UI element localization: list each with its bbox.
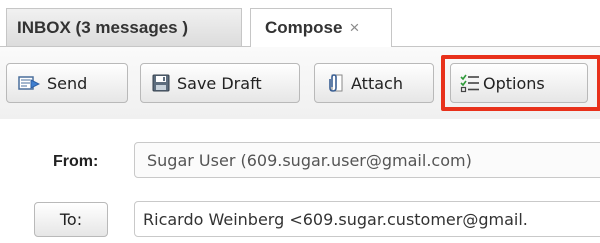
close-icon[interactable]: × xyxy=(349,18,359,38)
tab-compose-label: Compose xyxy=(265,18,343,37)
send-label: Send xyxy=(47,73,88,93)
attach-button[interactable]: Attach xyxy=(314,63,434,103)
compose-toolbar: Send Save Draft Attach Options xyxy=(0,47,600,119)
tab-compose[interactable]: Compose × xyxy=(250,8,392,47)
to-field[interactable]: Ricardo Weinberg <609.sugar.customer@gma… xyxy=(134,201,600,237)
from-field[interactable]: Sugar User (609.sugar.user@gmail.com) xyxy=(134,142,600,178)
save-draft-label: Save Draft xyxy=(177,73,262,93)
options-button[interactable]: Options xyxy=(450,63,588,103)
send-button[interactable]: Send xyxy=(6,63,128,103)
attach-label: Attach xyxy=(351,73,403,93)
tab-inbox-label: INBOX (3 messages ) xyxy=(17,17,189,37)
floppy-disk-icon xyxy=(152,74,170,92)
checklist-options-icon xyxy=(460,73,480,93)
to-button[interactable]: To: xyxy=(34,202,108,237)
from-label: From: xyxy=(53,153,99,170)
save-draft-button[interactable]: Save Draft xyxy=(140,63,300,103)
to-button-label: To: xyxy=(59,210,83,229)
paperclip-icon xyxy=(326,73,344,93)
from-value: Sugar User (609.sugar.user@gmail.com) xyxy=(147,150,472,170)
compose-form: From: Sugar User (609.sugar.user@gmail.c… xyxy=(0,119,600,243)
options-label: Options xyxy=(483,73,545,93)
email-compose-window: INBOX (3 messages ) Compose × Send Save … xyxy=(0,0,600,243)
tab-inbox[interactable]: INBOX (3 messages ) xyxy=(6,8,242,46)
to-value: Ricardo Weinberg <609.sugar.customer@gma… xyxy=(143,209,528,229)
send-icon xyxy=(18,74,40,92)
tab-bar: INBOX (3 messages ) Compose × xyxy=(0,0,600,47)
